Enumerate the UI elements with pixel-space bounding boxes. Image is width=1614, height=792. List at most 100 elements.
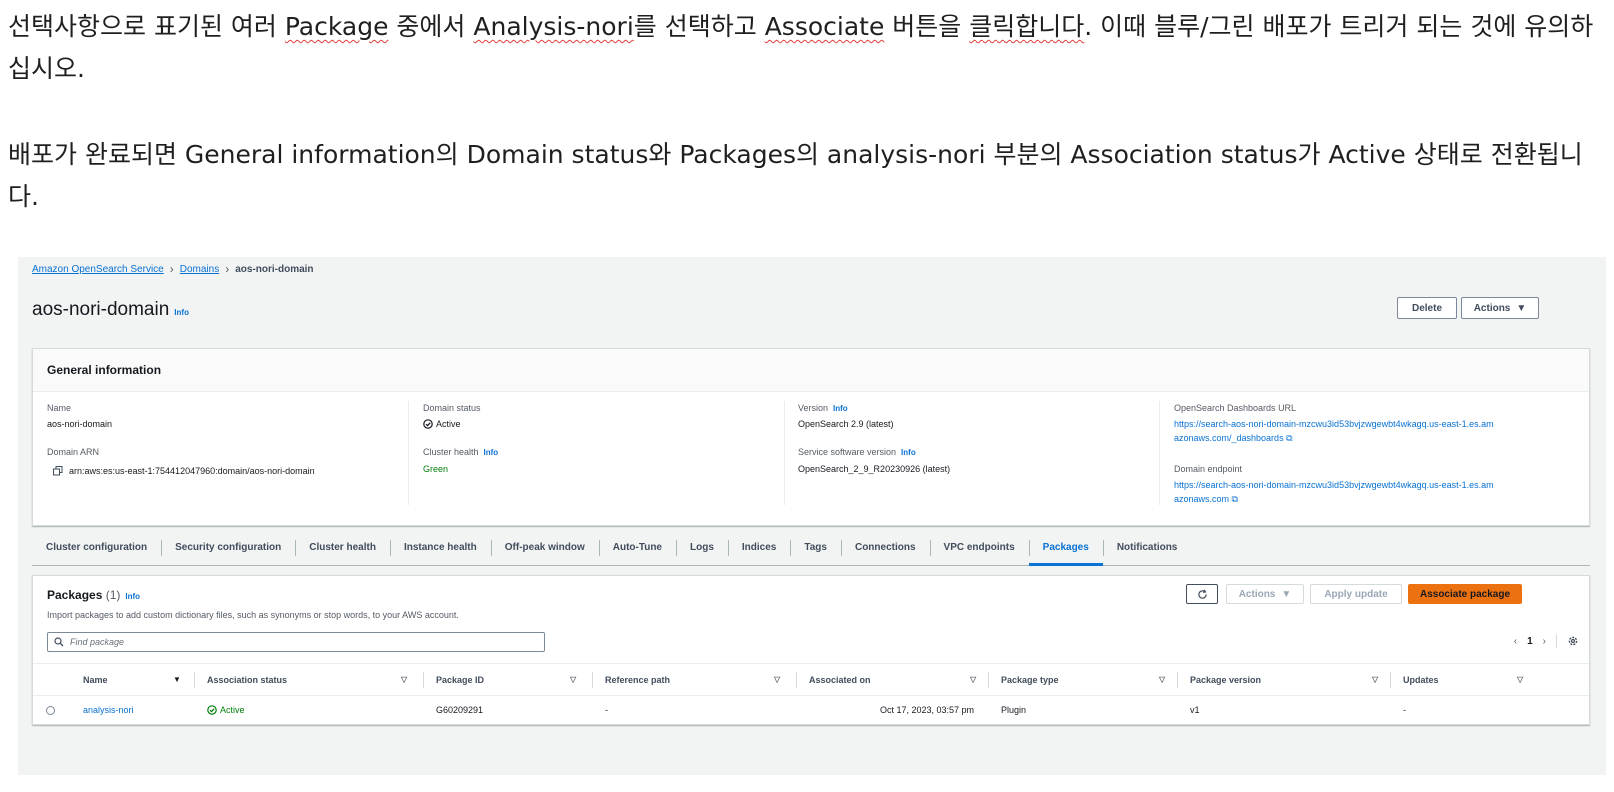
info-link[interactable]: Info	[833, 404, 848, 413]
info-link[interactable]: Info	[901, 448, 916, 457]
tab-tags[interactable]: Tags	[790, 529, 841, 565]
info-link[interactable]: Info	[484, 448, 499, 457]
table-header: Name ▼ Association status ▽ Package ID ▽ Re…	[33, 663, 1589, 696]
domain-endpoint-label: Domain endpoint	[1174, 464, 1243, 474]
service-software-label: Service software version Info	[798, 447, 916, 457]
actions-dropdown-button[interactable]: Actions ▼	[1461, 297, 1539, 319]
tab-connections[interactable]: Connections	[840, 529, 930, 565]
page-number[interactable]: 1	[1527, 636, 1533, 647]
delete-button[interactable]: Delete	[1397, 297, 1457, 319]
column-package-type[interactable]: Package type ▽	[1001, 664, 1166, 695]
external-link-icon: ⧉	[1286, 433, 1293, 443]
chevron-right-icon: ›	[169, 262, 174, 276]
search-icon	[54, 637, 64, 647]
package-id: G60209291	[436, 705, 484, 715]
divider	[796, 672, 797, 688]
domain-status-label: Domain status	[423, 403, 481, 413]
table-row[interactable]: analysis-nori Active G60209291 - Oct 17,…	[33, 696, 1589, 724]
tab-logs[interactable]: Logs	[676, 529, 728, 565]
tab-instance-health[interactable]: Instance health	[389, 529, 491, 565]
package-name-link[interactable]: analysis-nori	[83, 696, 134, 724]
divider	[423, 672, 424, 688]
panel-heading: General information	[33, 349, 1589, 392]
tab-indices[interactable]: Indices	[727, 529, 790, 565]
tab-cluster-health[interactable]: Cluster health	[295, 529, 390, 565]
chevron-left-icon[interactable]: ‹	[1514, 636, 1517, 647]
column-name[interactable]: Name ▼	[83, 664, 193, 695]
divider	[592, 672, 593, 688]
sort-icon: ▽	[401, 675, 408, 684]
version-value: OpenSearch 2.9 (latest)	[798, 419, 894, 429]
sort-icon: ▽	[1159, 675, 1166, 684]
sort-icon: ▽	[1517, 675, 1524, 684]
service-software-value: OpenSearch_2_9_R20230926 (latest)	[798, 464, 951, 474]
associated-on: Oct 17, 2023, 03:57 pm	[879, 705, 974, 715]
external-link-icon: ⧉	[1231, 494, 1238, 504]
copy-icon[interactable]	[53, 466, 63, 476]
sort-descending-icon: ▼	[173, 675, 181, 684]
info-link[interactable]: Info	[174, 308, 189, 317]
tab-notifications[interactable]: Notifications	[1102, 529, 1192, 565]
instruction-paragraph-2: 배포가 완료되면 General information의 Domain sta…	[8, 140, 1583, 211]
column-associated-on[interactable]: Associated on ▽	[809, 664, 979, 695]
page-title: aos-nori-domain Info	[32, 299, 189, 320]
packages-actions-button[interactable]: Actions ▼	[1226, 584, 1304, 604]
divider	[1177, 672, 1178, 688]
breadcrumb: Amazon OpenSearch Service › Domains › ao…	[32, 262, 314, 276]
chevron-right-icon: ›	[225, 262, 230, 276]
domain-status-value: Active	[423, 419, 461, 429]
domain-tabs: Cluster configuration Security configura…	[32, 529, 1590, 566]
domain-endpoint-link[interactable]: https://search-aos-nori-domain-mzcwu3id5…	[1174, 478, 1494, 506]
column-package-id[interactable]: Package ID ▽	[436, 664, 576, 695]
associate-package-button[interactable]: Associate package	[1408, 584, 1522, 604]
tab-auto-tune[interactable]: Auto-Tune	[598, 529, 676, 565]
find-package-search[interactable]: Find package	[47, 632, 545, 652]
caret-down-icon: ▼	[1281, 588, 1292, 600]
association-status: Active	[207, 696, 245, 724]
dashboards-url-link[interactable]: https://search-aos-nori-domain-mzcwu3id5…	[1174, 417, 1494, 445]
tab-cluster-configuration[interactable]: Cluster configuration	[32, 529, 161, 565]
tab-security-configuration[interactable]: Security configuration	[161, 529, 295, 565]
pagination: ‹ 1 ›	[1514, 634, 1579, 648]
gear-icon[interactable]	[1567, 635, 1579, 647]
version-label: Version Info	[798, 403, 848, 413]
sort-icon: ▽	[774, 675, 781, 684]
column-reference-path[interactable]: Reference path ▽	[605, 664, 780, 695]
divider	[1390, 672, 1391, 688]
updates: -	[1403, 705, 1406, 715]
search-placeholder: Find package	[70, 637, 125, 647]
sort-icon: ▽	[570, 675, 577, 684]
tab-off-peak-window[interactable]: Off-peak window	[490, 529, 599, 565]
console-screenshot: Amazon OpenSearch Service › Domains › ao…	[18, 257, 1606, 775]
check-circle-icon	[423, 419, 433, 429]
info-link[interactable]: Info	[125, 592, 140, 601]
name-value: aos-nori-domain	[47, 419, 113, 429]
caret-down-icon: ▼	[1516, 302, 1527, 314]
divider	[1159, 401, 1160, 505]
check-circle-icon	[207, 705, 217, 715]
chevron-right-icon[interactable]: ›	[1543, 636, 1546, 647]
name-label: Name	[47, 403, 72, 413]
arn-label: Domain ARN	[47, 447, 100, 457]
column-updates[interactable]: Updates ▽	[1403, 664, 1528, 695]
package-version: v1	[1190, 705, 1200, 715]
sort-icon: ▽	[1372, 675, 1379, 684]
breadcrumb-domains[interactable]: Domains	[180, 264, 219, 275]
refresh-button[interactable]	[1186, 584, 1218, 604]
tab-vpc-endpoints[interactable]: VPC endpoints	[929, 529, 1029, 565]
row-select-radio[interactable]	[46, 696, 55, 724]
general-information-panel: General information Name aos-nori-domain…	[32, 348, 1590, 526]
cluster-health-label: Cluster health Info	[423, 447, 499, 457]
column-association-status[interactable]: Association status ▽	[207, 664, 407, 695]
apply-update-button[interactable]: Apply update	[1310, 584, 1402, 604]
packages-title: Packages (1) Info	[47, 588, 141, 602]
breadcrumb-service[interactable]: Amazon OpenSearch Service	[32, 264, 164, 275]
package-type: Plugin	[1001, 705, 1027, 715]
tab-packages[interactable]: Packages	[1028, 529, 1103, 566]
packages-panel: Packages (1) Info Import packages to add …	[32, 575, 1590, 725]
packages-description: Import packages to add custom dictionary…	[47, 610, 459, 620]
sort-icon: ▽	[970, 675, 977, 684]
breadcrumb-current: aos-nori-domain	[235, 263, 314, 275]
divider	[784, 401, 785, 505]
column-package-version[interactable]: Package version ▽	[1190, 664, 1380, 695]
